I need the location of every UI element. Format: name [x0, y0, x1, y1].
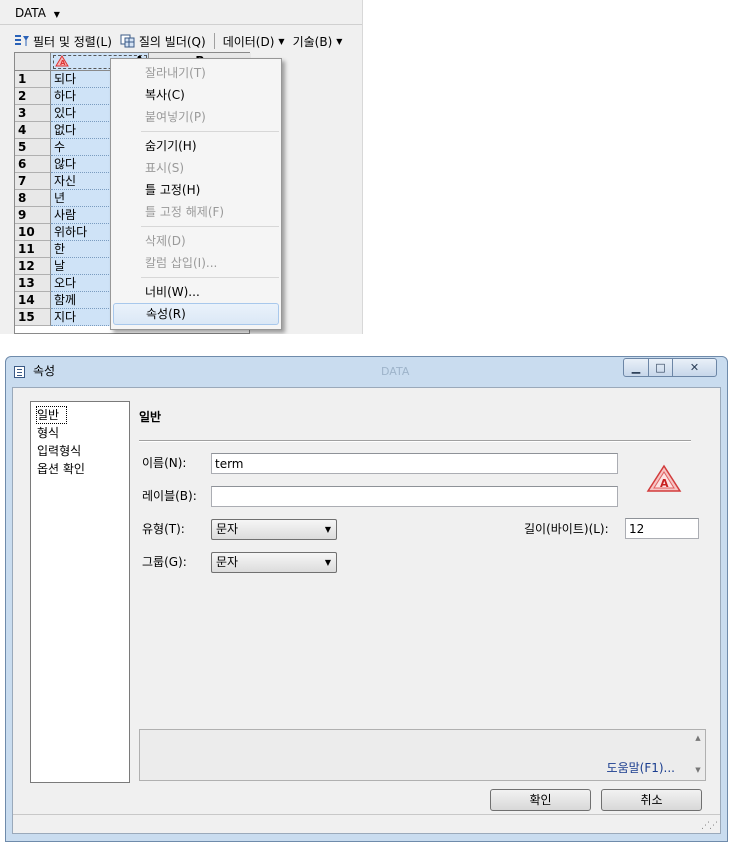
- data-menu-button[interactable]: 데이터(D) ▼: [223, 33, 285, 50]
- scroll-up-icon[interactable]: ▲: [691, 734, 705, 742]
- length-input[interactable]: [625, 518, 699, 539]
- menu-item-show[interactable]: 표시(S): [111, 157, 281, 179]
- row-number[interactable]: 3: [15, 105, 51, 122]
- group-select[interactable]: 문자 ▼: [211, 552, 337, 573]
- chevron-down-icon: ▼: [336, 36, 343, 46]
- minimize-icon: ▁: [631, 361, 641, 374]
- group-select-value: 문자: [216, 555, 239, 569]
- data-grid-window: DATA ▼ 필터 및 정렬(L) 질의 빌더(Q) 데이터(D) ▼ 기술(B…: [0, 0, 363, 334]
- grid-corner[interactable]: [15, 53, 51, 71]
- data-dropdown-menu[interactable]: DATA ▼: [15, 4, 60, 22]
- describe-menu-label: 기술(B): [292, 34, 333, 49]
- chevron-down-icon: ▼: [324, 525, 331, 534]
- row-number[interactable]: 6: [15, 156, 51, 173]
- row-number[interactable]: 5: [15, 139, 51, 156]
- menu-separator: [141, 277, 279, 278]
- nav-item-informat[interactable]: 입력형식: [36, 442, 129, 460]
- menu-item-copy[interactable]: 복사(C): [111, 84, 281, 106]
- toolbar: 필터 및 정렬(L) 질의 빌더(Q) 데이터(D) ▼ 기술(B) ▼: [14, 31, 350, 51]
- close-icon: ✕: [689, 361, 700, 374]
- row-number[interactable]: 1: [15, 71, 51, 88]
- svg-text:A: A: [660, 477, 669, 490]
- group-label: 그룹(G):: [142, 555, 187, 569]
- character-type-icon: A: [55, 55, 69, 72]
- query-builder-icon: [120, 34, 136, 48]
- maximize-button[interactable]: □: [648, 358, 673, 377]
- nav-item-confirm-options[interactable]: 옵션 확인: [36, 460, 129, 478]
- length-label: 길이(바이트)(L):: [524, 522, 609, 536]
- section-title: 일반: [139, 410, 162, 424]
- ok-button[interactable]: 확인: [490, 789, 591, 811]
- dialog-title: 속성: [33, 364, 56, 378]
- help-link[interactable]: 도움말(F1)...: [607, 759, 675, 776]
- background-window-title: DATA: [381, 365, 410, 378]
- data-menu-button-label: 데이터(D): [222, 34, 275, 49]
- minimize-button[interactable]: ▁: [623, 358, 649, 377]
- menu-item-paste[interactable]: 붙여넣기(P): [111, 106, 281, 128]
- svg-text:A: A: [60, 59, 66, 67]
- chevron-down-icon: ▼: [324, 558, 331, 567]
- row-number[interactable]: 14: [15, 292, 51, 309]
- row-number[interactable]: 2: [15, 88, 51, 105]
- dialog-titlebar[interactable]: 속성 DATA ▁ □ ✕: [6, 357, 727, 385]
- filter-sort-button[interactable]: 필터 및 정렬(L): [14, 33, 112, 50]
- chevron-down-icon: ▼: [53, 10, 60, 19]
- menu-item-insert-column[interactable]: 칼럼 삽입(I)...: [111, 252, 281, 274]
- menu-item-properties[interactable]: 속성(R): [113, 303, 279, 325]
- help-text-area: ▲ ▼ 도움말(F1)...: [139, 729, 706, 781]
- row-number[interactable]: 11: [15, 241, 51, 258]
- query-builder-label: 질의 빌더(Q): [138, 34, 206, 49]
- type-select[interactable]: 문자 ▼: [211, 519, 337, 540]
- row-number[interactable]: 4: [15, 122, 51, 139]
- nav-item-general[interactable]: 일반: [36, 406, 67, 424]
- menu-item-cut[interactable]: 잘라내기(T): [111, 62, 281, 84]
- row-number[interactable]: 12: [15, 258, 51, 275]
- filter-sort-label: 필터 및 정렬(L): [33, 34, 112, 49]
- menu-item-freeze[interactable]: 틀 고정(H): [111, 179, 281, 201]
- menu-separator: [141, 131, 279, 132]
- status-bar: ⋰⋰: [13, 814, 720, 833]
- menu-item-hide[interactable]: 숨기기(H): [111, 135, 281, 157]
- dialog-window-icon: [14, 366, 25, 378]
- toolbar-divider: [213, 33, 215, 49]
- name-input[interactable]: [211, 453, 618, 474]
- character-type-icon: A: [645, 463, 683, 495]
- category-list: 일반 형식 입력형식 옵션 확인: [30, 401, 130, 783]
- type-select-value: 문자: [216, 522, 239, 536]
- section-divider: [139, 440, 691, 441]
- properties-dialog: 속성 DATA ▁ □ ✕ 일반 형식 입력형식 옵션 확인 일반 이름(N):…: [5, 356, 728, 842]
- scroll-down-icon[interactable]: ▼: [691, 766, 705, 774]
- menu-item-width[interactable]: 너비(W)...: [111, 281, 281, 303]
- menu-item-delete[interactable]: 삭제(D): [111, 230, 281, 252]
- label-input[interactable]: [211, 486, 618, 507]
- maximize-icon: □: [655, 361, 666, 374]
- row-number[interactable]: 13: [15, 275, 51, 292]
- row-number[interactable]: 7: [15, 173, 51, 190]
- row-number[interactable]: 9: [15, 207, 51, 224]
- menu-item-unfreeze[interactable]: 틀 고정 해제(F): [111, 201, 281, 223]
- filter-icon: [14, 34, 30, 48]
- row-number[interactable]: 8: [15, 190, 51, 207]
- context-menu: 잘라내기(T) 복사(C) 붙여넣기(P) 숨기기(H) 표시(S) 틀 고정(…: [110, 58, 282, 330]
- row-number[interactable]: 15: [15, 309, 51, 326]
- resize-grip-icon[interactable]: ⋰⋰: [701, 821, 718, 831]
- row-number[interactable]: 10: [15, 224, 51, 241]
- scrollbar[interactable]: ▲ ▼: [691, 730, 705, 780]
- menu-separator: [141, 226, 279, 227]
- describe-menu-button[interactable]: 기술(B) ▼: [293, 33, 343, 50]
- nav-item-format[interactable]: 형식: [36, 424, 129, 442]
- name-label: 이름(N):: [142, 456, 187, 470]
- cancel-button[interactable]: 취소: [601, 789, 702, 811]
- divider: [0, 24, 362, 25]
- query-builder-button[interactable]: 질의 빌더(Q): [120, 33, 206, 50]
- close-button[interactable]: ✕: [672, 358, 717, 377]
- chevron-down-icon: ▼: [278, 36, 285, 46]
- dialog-body: 일반 형식 입력형식 옵션 확인 일반 이름(N): 레이블(B): A 유형(…: [12, 387, 721, 834]
- type-label: 유형(T):: [142, 522, 185, 536]
- label-label: 레이블(B):: [142, 489, 197, 503]
- data-menu-label: DATA: [15, 6, 46, 20]
